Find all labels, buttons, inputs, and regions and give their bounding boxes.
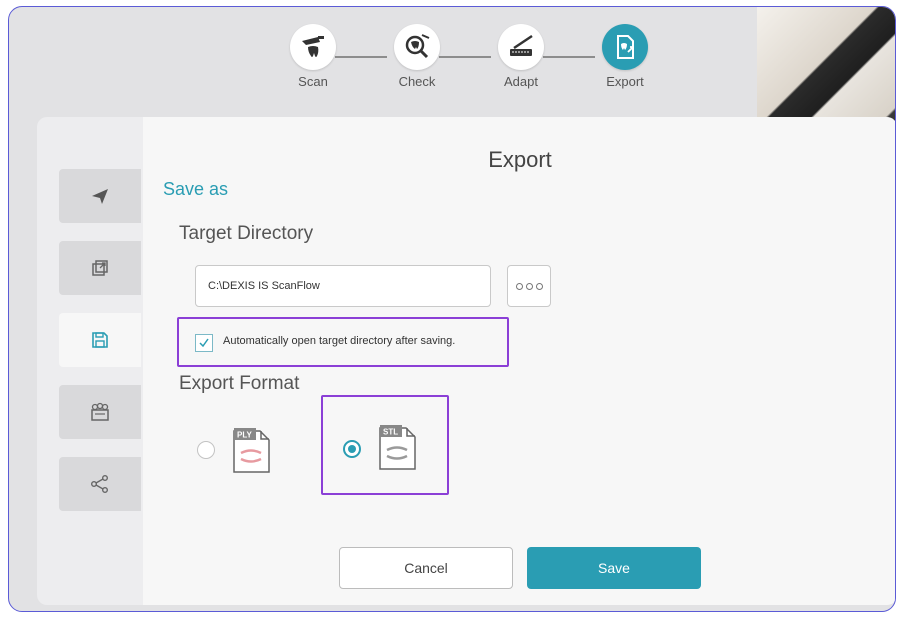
export-file-icon (602, 24, 648, 70)
export-format-label: Export Format (179, 373, 300, 394)
send-icon (92, 189, 108, 204)
sidebar-item-lab[interactable] (59, 385, 141, 439)
cancel-button[interactable]: Cancel (339, 547, 513, 589)
section-save-as: Save as (163, 179, 229, 199)
ply-radio[interactable] (197, 441, 215, 459)
sidebar-item-save[interactable] (59, 313, 141, 367)
scanner-tooth-icon (290, 24, 336, 70)
dot-icon (525, 282, 533, 290)
target-directory-input[interactable]: C:\DEXIS IS ScanFlow (195, 265, 491, 307)
dental-lab-icon (91, 402, 109, 421)
magnify-tooth-icon (394, 24, 440, 70)
knife-jaw-icon (498, 24, 544, 70)
sidebar-item-open[interactable] (59, 241, 141, 295)
step-label: Scan (298, 74, 328, 89)
browse-button[interactable] (507, 265, 551, 307)
sidebar-item-share[interactable] (59, 457, 141, 511)
external-link-icon (92, 260, 108, 276)
app-window: Scan Check Adapt Export Export Save as T… (8, 6, 896, 612)
ply-file-icon[interactable]: PLY (231, 425, 273, 475)
stl-file-icon[interactable]: STL (377, 422, 419, 472)
auto-open-option: Automatically open target directory afte… (177, 317, 509, 367)
stl-badge: STL (383, 428, 398, 437)
sidebar (37, 117, 143, 605)
step-label: Export (606, 74, 644, 89)
auto-open-label: Automatically open target directory afte… (223, 335, 456, 347)
dot-icon (515, 282, 523, 290)
ply-badge: PLY (237, 431, 252, 440)
step-label: Adapt (504, 74, 538, 89)
auto-open-checkbox[interactable] (195, 334, 213, 352)
save-button[interactable]: Save (527, 547, 701, 589)
step-label: Check (398, 74, 436, 89)
save-icon (92, 332, 108, 348)
page-title: Export (488, 147, 552, 172)
target-directory-label: Target Directory (179, 223, 314, 244)
step-export[interactable]: Export (585, 24, 665, 89)
step-scan[interactable]: Scan (273, 24, 353, 89)
sidebar-item-send[interactable] (59, 169, 141, 223)
step-check[interactable]: Check (377, 24, 457, 89)
step-adapt[interactable]: Adapt (481, 24, 561, 89)
checkmark-icon (199, 338, 209, 348)
export-dialog: Export Save as Target Directory C:\DEXIS… (143, 117, 895, 605)
share-icon (91, 475, 108, 493)
stl-radio[interactable] (343, 440, 361, 458)
dot-icon (535, 282, 543, 290)
